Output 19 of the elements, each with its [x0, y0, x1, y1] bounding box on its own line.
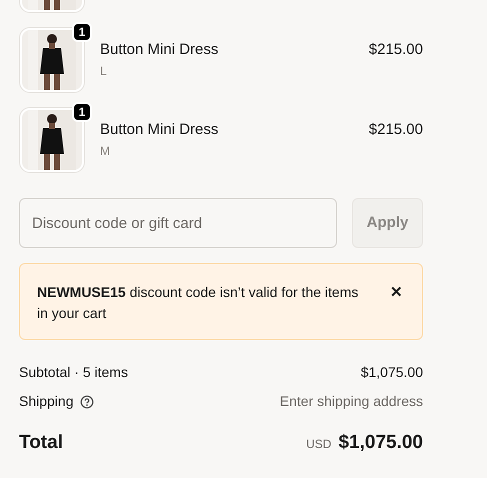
- subtotal-value: $1,075.00: [360, 363, 423, 382]
- quantity-badge: 1: [72, 22, 92, 42]
- shipping-value: Enter shipping address: [280, 392, 423, 411]
- quantity-badge: 1: [72, 102, 92, 122]
- product-variant: L: [100, 63, 108, 80]
- currency-code: USD: [306, 436, 332, 453]
- help-icon[interactable]: [80, 394, 94, 408]
- discount-field[interactable]: Discount code or gift card: [19, 198, 337, 248]
- product-variant: M: [100, 143, 111, 160]
- product-price: $215.00: [368, 121, 423, 139]
- total-label: Total: [19, 431, 63, 455]
- subtotal-label: Subtotal · 5 items: [19, 363, 128, 382]
- alert-message: NEWMUSE15 discount code isn’t valid for the items in your cart: [37, 283, 360, 323]
- product-price: $215.00: [368, 41, 423, 59]
- total-value: $1,075.00: [338, 431, 423, 455]
- product-name: Button Mini Dress: [100, 41, 218, 59]
- close-button[interactable]: ✕: [390, 282, 403, 303]
- product-name: Button Mini Dress: [100, 121, 218, 139]
- shipping-label: Shipping: [19, 392, 74, 411]
